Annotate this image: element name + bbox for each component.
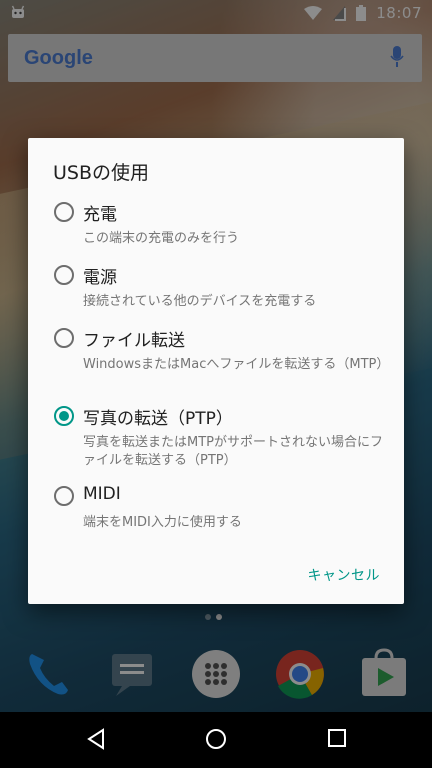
radio-button-selected[interactable] [54,406,74,426]
home-icon[interactable] [205,728,227,750]
back-icon[interactable] [86,728,106,750]
radio-button[interactable] [54,486,74,506]
option-power[interactable]: 電源 接続されている他のデバイスを充電する [28,263,404,315]
usb-usage-dialog: USBの使用 充電 この端末の充電のみを行う 電源 接続されている他のデバイスを… [28,138,404,604]
option-midi[interactable]: MIDI 端末をMIDI入力に使用する [28,484,404,536]
option-description: 接続されている他のデバイスを充電する [83,294,317,309]
radio-button[interactable] [54,202,74,222]
option-label: ファイル転送 [83,331,185,351]
radio-button[interactable] [54,265,74,285]
option-description: WindowsまたはMacへファイルを転送する（MTP） [83,357,390,372]
option-label: 充電 [83,205,117,225]
option-label: 電源 [83,268,117,288]
navigation-bar [0,712,432,768]
option-description: 端末をMIDI入力に使用する [83,515,242,530]
option-label: 写真の転送（PTP） [83,409,233,429]
option-description: 写真を転送またはMTPがサポートされない場合にファイルを転送する（PTP） [83,435,383,468]
option-photo-transfer[interactable]: 写真の転送（PTP） 写真を転送またはMTPがサポートされない場合にファイルを転… [28,404,404,474]
option-charging[interactable]: 充電 この端末の充電のみを行う [28,200,404,252]
option-file-transfer[interactable]: ファイル転送 WindowsまたはMacへファイルを転送する（MTP） [28,326,404,396]
radio-button[interactable] [54,328,74,348]
cancel-button[interactable]: キャンセル [308,565,381,585]
recents-icon[interactable] [327,728,347,748]
dialog-title: USBの使用 [53,162,150,184]
option-label: MIDI [83,484,121,504]
option-description: この端末の充電のみを行う [83,231,240,246]
